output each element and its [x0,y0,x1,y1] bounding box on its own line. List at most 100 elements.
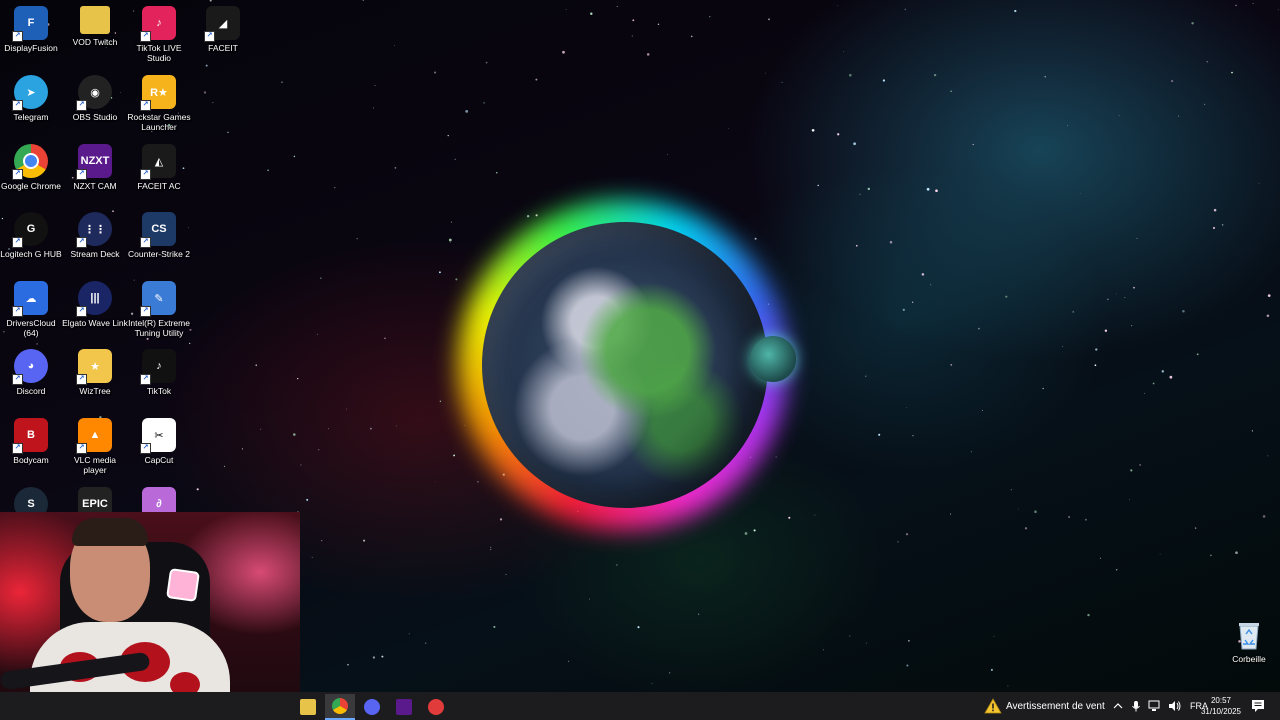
desktop-icon[interactable]: ||| ↗ Elgato Wave Link [62,281,128,328]
chrome-icon: ↗ [12,144,48,180]
desktop-icon-label: NZXT CAM [73,181,117,191]
star [632,19,635,22]
network-icon[interactable] [1148,700,1162,712]
desktop-icon[interactable]: ♪ ↗ TikTok [127,349,191,396]
star [1152,382,1155,385]
clock[interactable]: 20:57 31/10/2025 [1196,695,1246,717]
desktop-icon[interactable]: ✂ ↗ CapCut [127,418,191,465]
star [990,668,993,671]
taskbar-app-file-explorer[interactable] [293,694,323,720]
chrome-icon [332,698,348,714]
desktop-icon[interactable]: NZXT ↗ NZXT CAM [63,144,127,191]
chevron-up-icon[interactable] [1112,700,1124,712]
star [1161,370,1165,373]
star [1206,61,1208,63]
star [590,12,593,15]
desktop-icon[interactable]: ◢ ↗ FACEIT [191,6,255,53]
star [1231,71,1233,74]
taskbar-app-chrome[interactable] [325,694,355,720]
taskbar-app-speedometer[interactable] [421,694,451,720]
volume-icon[interactable] [1168,700,1182,712]
star [906,664,909,667]
desktop-icon[interactable]: F ↗ DisplayFusion [0,6,63,53]
desktop-icon[interactable]: ★ ↗ WizTree [63,349,127,396]
star [781,81,783,83]
star [293,433,296,436]
star [1159,553,1161,555]
telegram-icon: ➤ ↗ [12,75,48,111]
star [205,64,208,67]
star [311,556,313,558]
star [306,498,309,501]
obs-icon: ◉ ↗ [76,75,112,111]
moon [750,336,796,382]
taskbar-app-discord[interactable] [357,694,387,720]
microphone-icon[interactable] [1130,700,1142,712]
star [1267,294,1271,297]
desktop-icon[interactable]: R★ ↗ Rockstar Games Launcher [127,75,191,132]
star [396,425,397,427]
desktop-icon[interactable]: ✎ ↗ Intel(R) Extreme Tuning Utility [127,281,191,338]
desktop-icon-label: DisplayFusion [4,43,58,53]
desktop-icon[interactable]: CS ↗ Counter-Strike 2 [127,212,191,259]
star [499,518,503,521]
star [1094,364,1097,367]
folder-icon [80,6,110,34]
star [1084,518,1087,521]
desktop-icon[interactable]: ↗ Google Chrome [0,144,63,191]
star [865,375,867,377]
star [657,23,660,26]
shortcut-arrow-icon: ↗ [76,443,87,454]
notification-center-icon[interactable] [1250,698,1266,714]
star [438,271,441,274]
star [334,187,336,189]
shortcut-arrow-icon: ↗ [140,443,151,454]
taskbar-app-nzxt-cam[interactable] [389,694,419,720]
desktop-icon-label: OBS Studio [72,112,118,122]
star [905,407,907,408]
desktop-icon[interactable]: ▲ ↗ VLC media player [63,418,127,475]
star [373,107,375,109]
star [1116,293,1118,295]
desktop-icon[interactable]: ➤ ↗ Telegram [0,75,63,122]
star [1010,489,1013,491]
star [435,481,436,483]
clock-date: 31/10/2025 [1200,707,1242,716]
shortcut-arrow-icon: ↗ [12,169,23,180]
clock-time: 20:57 [1210,696,1232,705]
star [1235,4,1237,7]
system-tray: FRA [1112,692,1208,720]
star [317,333,318,335]
desktop-icon[interactable]: ☁ ↗ DriversCloud (64) [0,281,63,338]
star [970,451,972,453]
star [1203,103,1206,106]
star [1213,208,1217,212]
star [867,187,870,191]
desktop-icon[interactable]: ◭ ↗ FACEIT AC [127,144,191,191]
desktop-icon[interactable]: G ↗ Logitech G HUB [0,212,63,259]
desktop-icon[interactable]: ◕ ↗ Discord [0,349,63,396]
desktop-icon[interactable]: ◉ ↗ OBS Studio [63,75,127,122]
star [455,278,458,281]
desktop-icon-label: DriversCloud (64) [6,318,56,338]
desktop-icon-label: FACEIT AC [137,181,181,191]
star [493,625,496,628]
intel-xtu-icon: ✎ ↗ [140,281,176,317]
star [651,683,653,685]
star [267,169,269,172]
star [667,154,668,156]
star [535,214,538,217]
weather-widget[interactable]: Avertissement de vent [984,692,1105,720]
star [319,277,322,280]
star [146,337,149,340]
desktop-icon[interactable]: ⋮⋮ ↗ Stream Deck [63,212,127,259]
desktop-icon[interactable]: ♪ ↗ TikTok LIVE Studio [127,6,191,63]
star [1252,3,1254,5]
recycle-bin[interactable]: Corbeille [1222,620,1276,664]
folder-icon [300,699,316,715]
cs2-icon: CS ↗ [140,212,176,248]
desktop-icon[interactable]: VOD Twitch [63,6,127,47]
desktop-icon[interactable]: B ↗ Bodycam [0,418,63,465]
star [837,4,839,6]
star [36,343,38,345]
